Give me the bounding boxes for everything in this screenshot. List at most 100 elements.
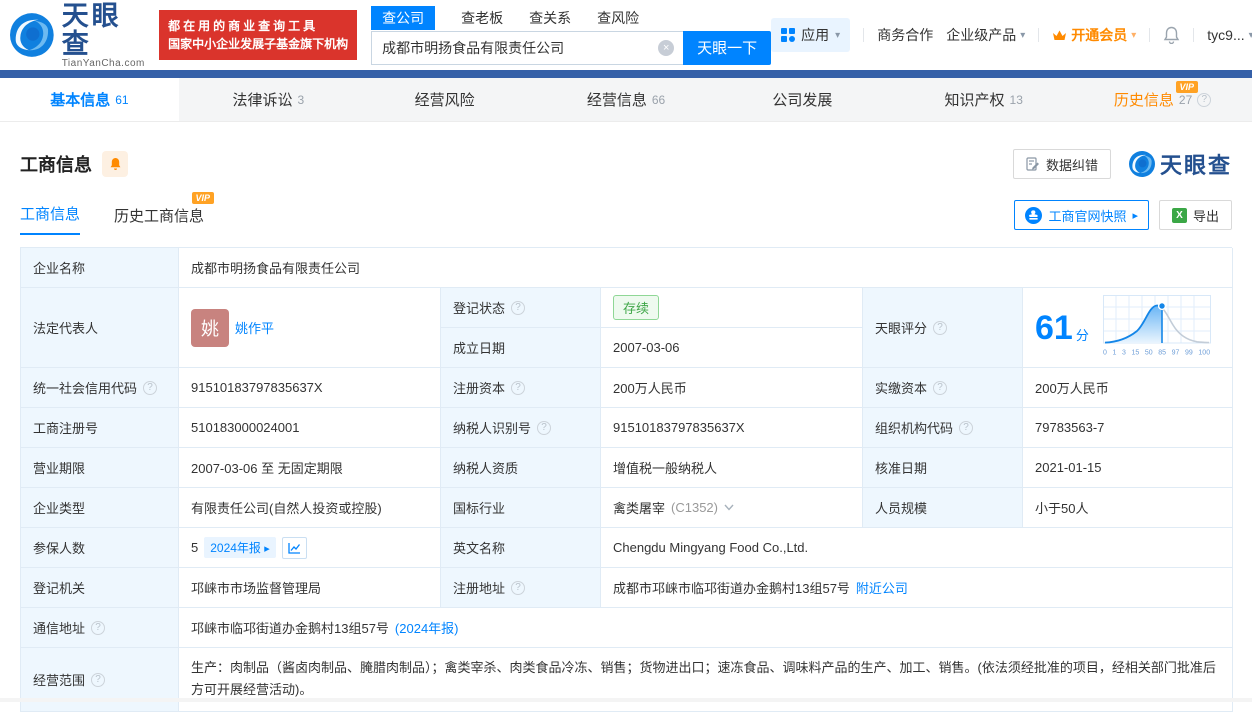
apps-menu[interactable]: 应用 ▾	[771, 18, 851, 52]
section-title: 工商信息	[20, 155, 92, 175]
help-icon[interactable]: ?	[1197, 92, 1212, 107]
tianyancha-company-page: 天眼查 TianYanCha.com 都在用的商业查询工具 国家中小企业发展子基…	[0, 0, 1252, 712]
tianyancha-logo-icon	[10, 13, 54, 57]
score-value: 61	[1035, 308, 1073, 347]
search-tab-boss[interactable]: 查老板	[461, 6, 503, 30]
divider	[863, 28, 865, 42]
field-label-registered-capital: 注册资本 ?	[441, 368, 601, 408]
chevron-down-icon[interactable]	[724, 504, 734, 511]
tab-company-development[interactable]: 公司发展	[715, 78, 894, 121]
search-tab-relation[interactable]: 查关系	[529, 6, 571, 30]
search-tab-company[interactable]: 查公司	[371, 5, 436, 30]
help-icon[interactable]: ?	[511, 380, 526, 395]
score-unit: 分	[1075, 328, 1089, 343]
help-icon[interactable]: ?	[511, 300, 526, 315]
excel-icon: X	[1171, 207, 1187, 223]
field-label-legal-representative: 法定代表人	[21, 288, 179, 368]
field-value-legal-representative: 姚 姚作平	[179, 288, 441, 368]
score-distribution-chart: 01 3 15 50 85 97 99 100	[1102, 295, 1213, 360]
nearby-companies-link[interactable]: 附近公司	[856, 578, 908, 597]
field-value-registered-address: 成都市邛崃市临邛街道办金鹅村13组57号 附近公司	[601, 568, 1233, 608]
help-icon[interactable]: ?	[537, 420, 552, 435]
insured-trend-button[interactable]	[281, 536, 307, 559]
business-info-table: 企业名称 成都市明扬食品有限责任公司 法定代表人 姚 姚作平 登记状态 ? 存续…	[20, 247, 1233, 712]
tab-legal-proceedings[interactable]: 法律诉讼 3	[179, 78, 358, 121]
field-label-company-name: 企业名称	[21, 248, 179, 288]
tab-intellectual-property[interactable]: 知识产权 13	[894, 78, 1073, 121]
legal-rep-name-link[interactable]: 姚作平	[235, 318, 274, 337]
slogan-line1: 都在用的商业查询工具	[168, 19, 319, 33]
official-snapshot-button[interactable]: 工商官网快照 ▸	[1014, 200, 1149, 230]
field-label-taxpayer-quality: 纳税人资质	[441, 448, 601, 488]
field-label-registration-number: 工商注册号	[21, 408, 179, 448]
legal-rep-avatar[interactable]: 姚	[191, 308, 229, 347]
help-icon[interactable]: ?	[91, 620, 106, 635]
help-icon[interactable]: ?	[959, 420, 974, 435]
field-value-approval-date: 2021-01-15	[1023, 448, 1233, 488]
data-correction-button[interactable]: 数据纠错	[1012, 149, 1111, 179]
search-input[interactable]	[371, 30, 684, 65]
field-value-mailing-address: 邛崃市临邛街道办金鹅村13组57号 (2024年报)	[179, 608, 1233, 648]
user-nav: 应用 ▾ 商务合作 企业级产品 ▾ 开通会员 ▾ tyc9... ▾	[771, 18, 1252, 52]
field-value-company-type: 有限责任公司(自然人投资或控股)	[179, 488, 441, 528]
field-label-insured-count: 参保人数	[21, 528, 179, 568]
help-icon[interactable]: ?	[91, 672, 106, 687]
field-value-establish-date: 2007-03-06	[601, 328, 863, 368]
tab-operational-risk[interactable]: 经营风险	[358, 78, 537, 121]
field-value-business-term: 2007-03-06 至 无固定期限	[179, 448, 441, 488]
stamp-icon	[1025, 206, 1043, 224]
nav-cooperation[interactable]: 商务合作	[877, 25, 933, 45]
logo-domain: TianYanCha.com	[61, 57, 145, 69]
data-correction-icon	[1026, 157, 1039, 171]
nav-open-vip[interactable]: 开通会员 ▾	[1052, 25, 1136, 45]
annual-report-link[interactable]: (2024年报)	[395, 618, 459, 637]
field-label-approval-date: 核准日期	[863, 448, 1023, 488]
apps-label: 应用	[801, 27, 830, 43]
brand-slogan: 都在用的商业查询工具 国家中小企业发展子基金旗下机构	[159, 10, 358, 60]
status-badge: 存续	[613, 295, 660, 320]
nav-enterprise-products[interactable]: 企业级产品 ▾	[946, 25, 1025, 45]
arrow-right-icon: ▸	[264, 543, 270, 555]
subtab-history-registration[interactable]: VIP 历史工商信息	[114, 192, 215, 235]
footer-strip	[0, 698, 1252, 702]
field-label-business-scope: 经营范围 ?	[21, 648, 179, 712]
search-area: 查公司 查老板 查关系 查风险 × 天眼一下	[371, 5, 772, 65]
subtab-business-registration[interactable]: 工商信息	[20, 203, 81, 235]
tab-history-info[interactable]: VIP 历史信息 27 ?	[1073, 78, 1252, 121]
help-icon[interactable]: ?	[933, 320, 948, 335]
export-button[interactable]: X 导出	[1158, 200, 1232, 230]
search-tab-risk[interactable]: 查风险	[597, 6, 639, 30]
help-icon[interactable]: ?	[933, 380, 948, 395]
clear-search-icon[interactable]: ×	[658, 39, 675, 56]
industry-code: (C1352)	[671, 500, 718, 515]
tianyancha-logo[interactable]: 天眼查 TianYanCha.com	[10, 2, 147, 69]
vip-badge: VIP	[1175, 81, 1199, 93]
field-value-taxpayer-quality: 增值税一般纳税人	[601, 448, 863, 488]
annual-report-tag[interactable]: 2024年报 ▸	[204, 537, 276, 558]
field-label-organization-code: 组织机构代码 ?	[863, 408, 1023, 448]
field-label-credit-code: 统一社会信用代码 ?	[21, 368, 179, 408]
field-label-taxpayer-id: 纳税人识别号 ?	[441, 408, 601, 448]
help-icon[interactable]: ?	[143, 380, 158, 395]
field-value-paid-capital: 200万人民币	[1023, 368, 1233, 408]
field-label-tianyan-score: 天眼评分 ?	[863, 288, 1023, 368]
field-value-english-name: Chengdu Mingyang Food Co.,Ltd.	[601, 528, 1233, 568]
section-header: 工商信息 数据纠错 天眼查	[20, 148, 1232, 180]
help-icon[interactable]: ?	[511, 580, 526, 595]
arrow-right-icon: ▸	[1132, 209, 1138, 222]
field-label-industry: 国标行业	[441, 488, 601, 528]
chevron-down-icon: ▾	[1020, 29, 1026, 41]
search-button[interactable]: 天眼一下	[683, 30, 772, 65]
crown-icon	[1053, 30, 1067, 40]
chevron-down-icon: ▾	[835, 29, 841, 41]
notification-bell-icon[interactable]	[1163, 26, 1180, 44]
vip-badge: VIP	[191, 192, 215, 204]
search-tabs: 查公司 查老板 查关系 查风险	[371, 5, 771, 30]
field-value-insured-count: 5 2024年报 ▸	[179, 528, 441, 568]
user-account-menu[interactable]: tyc9... ▾	[1207, 27, 1252, 43]
header: 天眼查 TianYanCha.com 都在用的商业查询工具 国家中小企业发展子基…	[0, 0, 1252, 70]
tab-business-info[interactable]: 经营信息 66	[537, 78, 716, 121]
tab-basic-info[interactable]: 基本信息 61	[0, 78, 179, 121]
divider	[1149, 28, 1151, 42]
subscribe-bell-chip[interactable]	[102, 151, 128, 177]
